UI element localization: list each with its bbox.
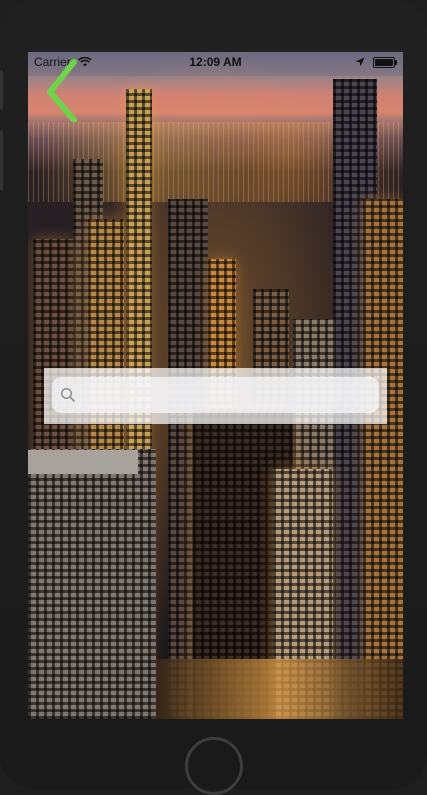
tall-building-foreground bbox=[28, 449, 156, 719]
magnifying-glass-icon bbox=[60, 387, 75, 402]
status-time: 12:09 AM bbox=[189, 55, 242, 69]
status-bar: Carrier 12:09 AM bbox=[28, 52, 403, 72]
search-field[interactable] bbox=[52, 376, 379, 414]
street-lights bbox=[156, 659, 403, 719]
volume-up-button bbox=[0, 130, 3, 190]
rooftop bbox=[28, 450, 138, 474]
device-frame: Carrier 12:09 AM bbox=[0, 0, 427, 795]
search-bar-container bbox=[44, 368, 387, 424]
chevron-left-icon bbox=[47, 59, 77, 123]
app-screen: Carrier 12:09 AM bbox=[28, 52, 403, 719]
back-button[interactable] bbox=[42, 58, 82, 123]
search-input[interactable] bbox=[76, 376, 379, 414]
mute-switch bbox=[0, 70, 3, 110]
location-arrow-icon bbox=[355, 56, 365, 70]
battery-icon bbox=[373, 57, 397, 68]
tower bbox=[363, 199, 403, 719]
home-button[interactable] bbox=[185, 737, 243, 795]
